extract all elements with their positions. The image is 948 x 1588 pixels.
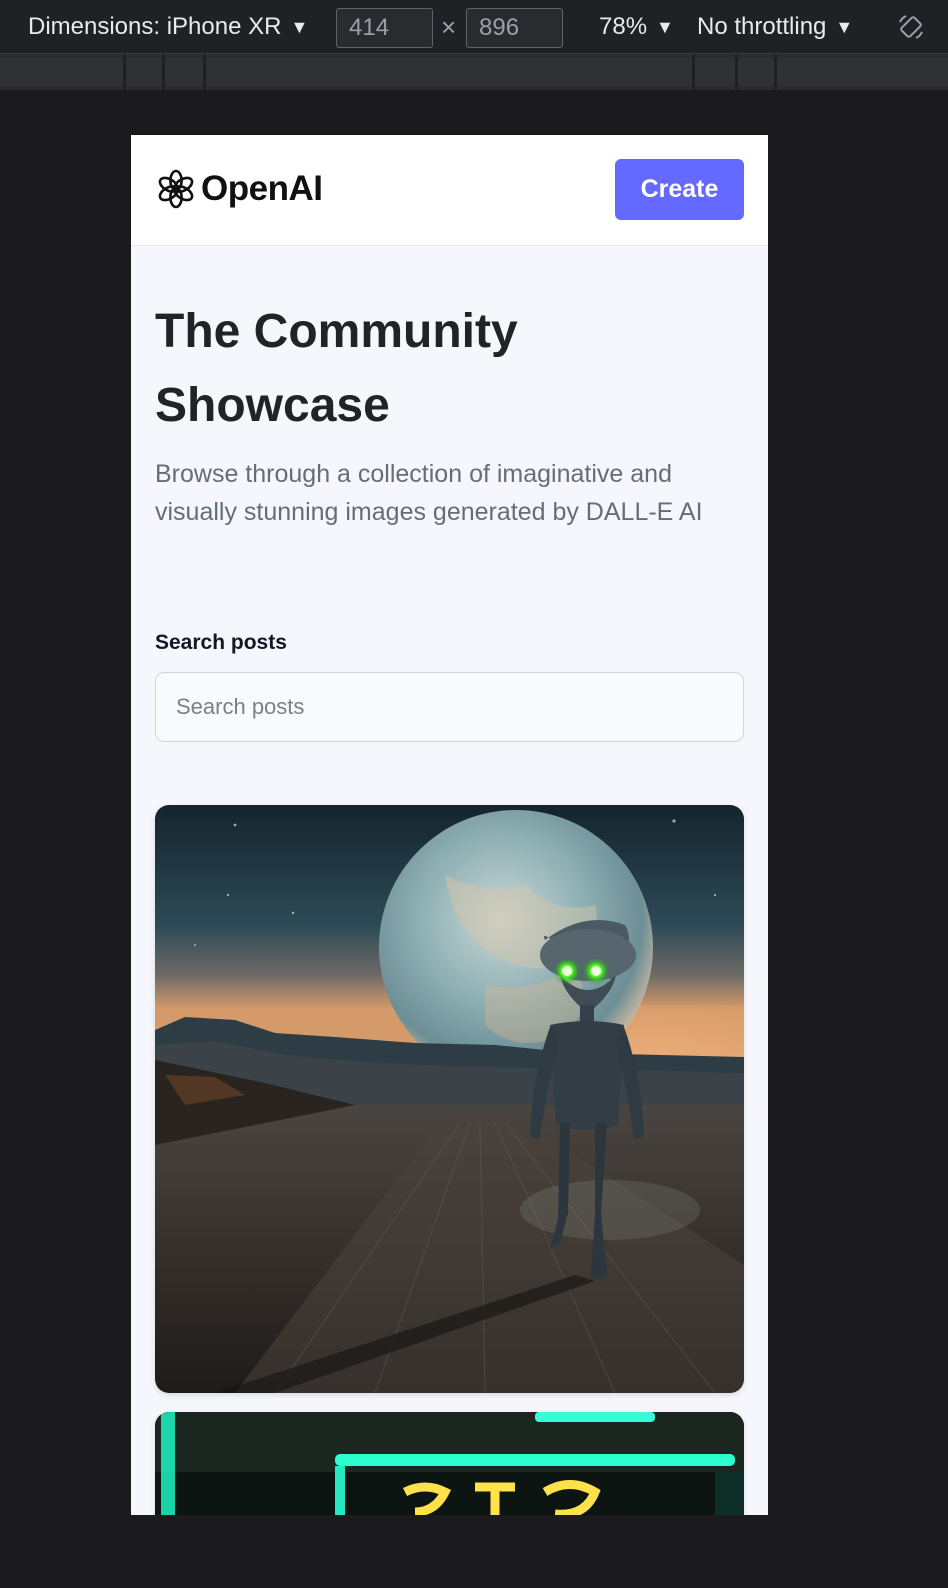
brand-logo[interactable]: OpenAI bbox=[155, 168, 323, 210]
search-input[interactable] bbox=[155, 672, 744, 742]
gallery-card[interactable] bbox=[155, 1412, 744, 1515]
viewport-height-input[interactable]: 896 bbox=[466, 8, 563, 48]
devtools-device-toolbar: Dimensions: iPhone XR ▼ 414 × 896 78% ▼ … bbox=[0, 0, 948, 54]
alien-walking-on-road-under-planet-image bbox=[155, 805, 744, 1393]
chevron-down-icon: ▼ bbox=[835, 16, 854, 37]
site-header: OpenAI Create bbox=[131, 135, 768, 246]
brand-name: OpenAI bbox=[201, 169, 323, 208]
rotate-device-icon[interactable] bbox=[896, 12, 926, 42]
device-dimensions-dropdown[interactable]: Dimensions: iPhone XR ▼ bbox=[28, 0, 308, 54]
openai-logo-icon bbox=[158, 169, 194, 209]
create-button[interactable]: Create bbox=[615, 159, 744, 220]
media-query-bar bbox=[0, 54, 948, 90]
zoom-dropdown[interactable]: 78% ▼ bbox=[599, 0, 674, 54]
times-separator: × bbox=[441, 12, 457, 42]
page-title: The Community Showcase bbox=[155, 305, 518, 432]
search-label: Search posts bbox=[155, 631, 287, 654]
chevron-down-icon: ▼ bbox=[290, 16, 309, 37]
zoom-label: 78% bbox=[599, 13, 648, 40]
throttling-label: No throttling bbox=[697, 13, 827, 40]
viewport-width-input[interactable]: 414 bbox=[336, 8, 433, 48]
neon-sign-image bbox=[155, 1412, 744, 1515]
device-dimensions-label: Dimensions: iPhone XR bbox=[28, 13, 282, 40]
throttling-dropdown[interactable]: No throttling ▼ bbox=[697, 0, 853, 54]
gallery-card[interactable] bbox=[155, 805, 744, 1393]
device-viewport: OpenAI Create The Community Showcase Bro… bbox=[131, 135, 768, 1515]
page-subtitle: Browse through a collection of imaginati… bbox=[155, 460, 703, 526]
chevron-down-icon: ▼ bbox=[656, 16, 674, 37]
